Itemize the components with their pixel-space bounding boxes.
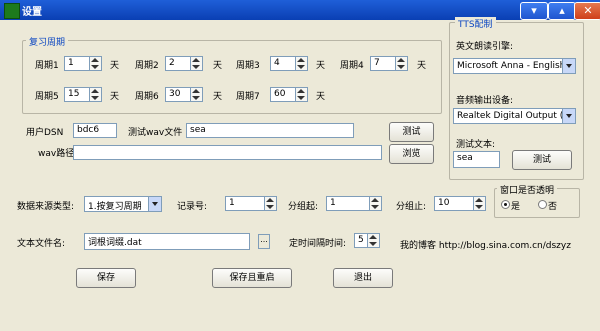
period4-input[interactable]: 7 — [370, 56, 396, 71]
period5-spinner[interactable] — [90, 87, 102, 102]
user-dsn-label: 用户DSN — [26, 128, 64, 138]
transparency-no-radio[interactable] — [538, 200, 547, 209]
period3-unit: 天 — [316, 61, 326, 71]
period1-label: 周期1 — [35, 61, 59, 71]
tts-test-button[interactable]: 测试 — [512, 150, 572, 170]
maximize-button[interactable]: ▴ — [548, 2, 576, 20]
period5-label: 周期5 — [35, 92, 59, 102]
split-end-input[interactable]: 10 — [434, 196, 474, 211]
window-title: 设置 — [22, 7, 42, 18]
period6-unit: 天 — [213, 92, 223, 102]
period3-label: 周期3 — [236, 61, 260, 71]
review-period-title: 复习周期 — [26, 35, 69, 48]
tts-engine-select[interactable]: Microsoft Anna - English (United — [453, 58, 576, 74]
transparency-title: 窗口是否透明 — [497, 183, 558, 196]
period7-unit: 天 — [316, 92, 326, 102]
period6-spinner[interactable] — [191, 87, 203, 102]
save-and-restart-button[interactable]: 保存且重启 — [212, 268, 292, 288]
text-file-browse-button[interactable]: ... — [258, 234, 270, 249]
split-start-label: 分组起: — [288, 202, 319, 212]
tts-engine-label: 英文朗读引擎: — [456, 42, 514, 52]
split-end-label: 分组止: — [396, 202, 427, 212]
period2-input[interactable]: 2 — [165, 56, 191, 71]
period1-spinner[interactable] — [90, 56, 102, 71]
save-button[interactable]: 保存 — [76, 268, 136, 288]
split-start-input[interactable]: 1 — [326, 196, 370, 211]
period2-label: 周期2 — [135, 61, 159, 71]
tts-title: TTS配制 — [455, 17, 496, 30]
wav-path-label: wav路径 — [38, 149, 75, 159]
settings-window: 设置 ▾ ▴ ✕ 复习周期 周期1 1 天 周期2 2 天 周期3 4 天 周期… — [0, 0, 600, 331]
test-text-label: 测试文本: — [456, 140, 496, 150]
period2-spinner[interactable] — [191, 56, 203, 71]
period7-input[interactable]: 60 — [270, 87, 296, 102]
transparency-yes-radio[interactable] — [501, 200, 510, 209]
record-number-label: 记录号: — [177, 202, 208, 212]
tts-engine-chevron-down-icon[interactable] — [562, 59, 575, 73]
period6-input[interactable]: 30 — [165, 87, 191, 102]
user-dsn-input[interactable]: bdc6 — [73, 123, 117, 138]
period2-unit: 天 — [213, 61, 223, 71]
transparency-yes-label: 是 — [511, 202, 521, 212]
period5-unit: 天 — [110, 92, 120, 102]
record-number-input[interactable]: 1 — [225, 196, 265, 211]
test-wav-button[interactable]: 测试 — [389, 122, 434, 142]
timer-interval-input[interactable]: 5 — [354, 233, 368, 248]
period5-input[interactable]: 15 — [64, 87, 90, 102]
record-number-spinner[interactable] — [265, 196, 277, 211]
period7-label: 周期7 — [236, 92, 260, 102]
audio-output-select[interactable]: Realtek Digital Output (Realtek — [453, 108, 576, 124]
period4-label: 周期4 — [340, 61, 364, 71]
audio-output-value: Realtek Digital Output (Realtek — [457, 111, 575, 121]
minimize-button[interactable]: ▾ — [520, 2, 548, 20]
app-icon — [4, 3, 20, 19]
text-file-input[interactable]: 词根词缀.dat — [84, 233, 250, 250]
text-file-label: 文本文件名: — [17, 239, 66, 249]
blog-link[interactable]: 我的博客 http://blog.sina.com.cn/dszyz — [400, 238, 571, 251]
data-source-chevron-down-icon[interactable] — [148, 197, 161, 211]
audio-output-chevron-down-icon[interactable] — [562, 109, 575, 123]
review-period-group — [22, 40, 442, 114]
exit-button[interactable]: 退出 — [333, 268, 393, 288]
title-bar[interactable]: 设置 ▾ ▴ ✕ — [0, 0, 600, 20]
test-text-input[interactable]: sea — [453, 151, 500, 168]
data-source-value: 1.按复习周期 — [88, 202, 142, 212]
data-source-label: 数据来源类型: — [17, 202, 75, 212]
audio-output-label: 音频输出设备: — [456, 96, 514, 106]
split-start-spinner[interactable] — [370, 196, 382, 211]
period6-label: 周期6 — [135, 92, 159, 102]
period7-spinner[interactable] — [296, 87, 308, 102]
data-source-select[interactable]: 1.按复习周期 — [84, 196, 162, 212]
split-end-spinner[interactable] — [474, 196, 486, 211]
period1-unit: 天 — [110, 61, 120, 71]
period4-unit: 天 — [417, 61, 427, 71]
period4-spinner[interactable] — [396, 56, 408, 71]
tts-engine-value: Microsoft Anna - English (United — [457, 61, 575, 71]
test-wav-label: 测试wav文件 — [128, 128, 183, 138]
close-button[interactable]: ✕ — [574, 2, 600, 20]
period3-spinner[interactable] — [296, 56, 308, 71]
timer-interval-spinner[interactable] — [368, 233, 380, 248]
period3-input[interactable]: 4 — [270, 56, 296, 71]
browse-wav-button[interactable]: 浏览 — [389, 144, 434, 164]
timer-interval-label: 定时间隔时间: — [289, 239, 347, 249]
test-wav-input[interactable]: sea — [186, 123, 354, 138]
transparency-no-label: 否 — [548, 202, 558, 212]
wav-path-input[interactable] — [73, 145, 382, 160]
period1-input[interactable]: 1 — [64, 56, 90, 71]
